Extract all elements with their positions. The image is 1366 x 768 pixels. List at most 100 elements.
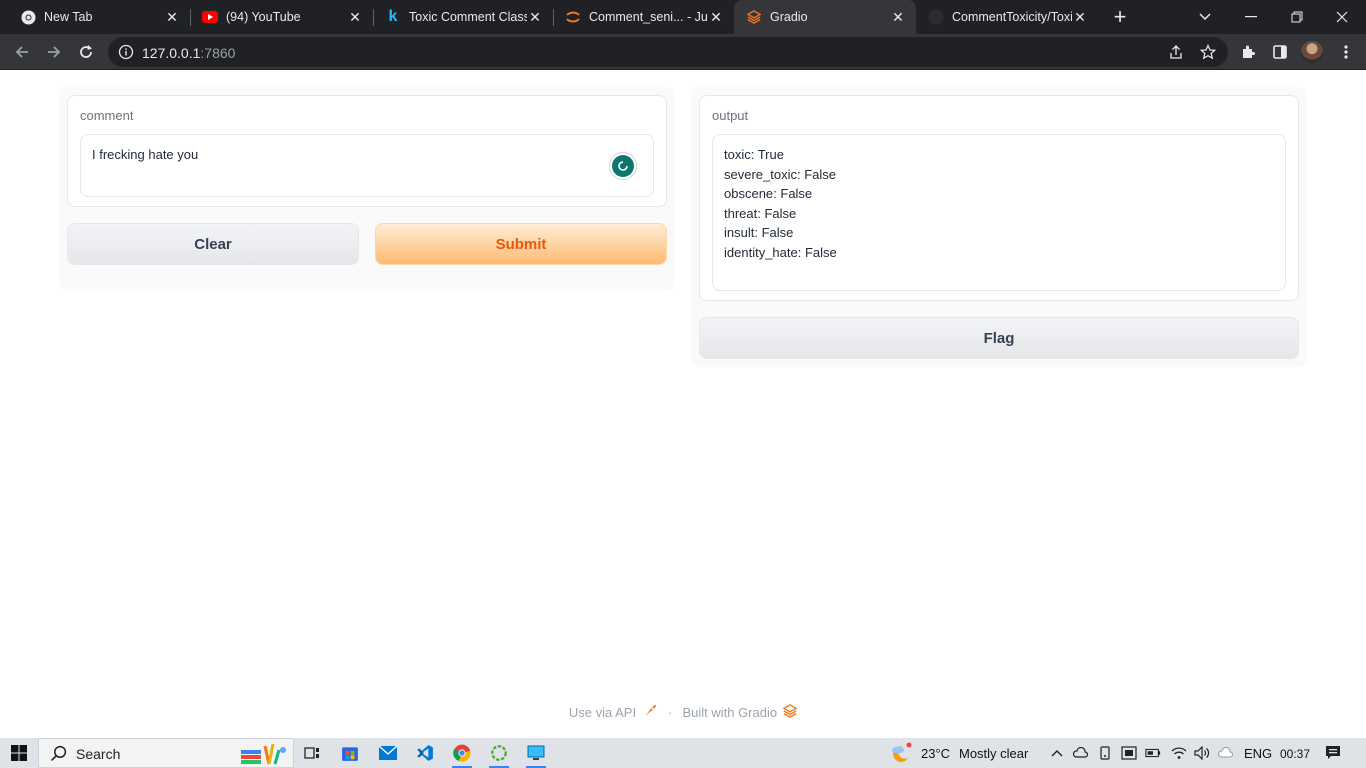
back-button[interactable]	[8, 38, 36, 66]
cloud-icon[interactable]	[1218, 745, 1234, 761]
close-tab-icon[interactable]: ✕	[527, 9, 543, 25]
gradio-app: comment I frecking hate you Clear Submit…	[0, 70, 1366, 738]
output-line: toxic: True	[724, 147, 784, 162]
comment-block: comment I frecking hate you	[67, 95, 667, 207]
youtube-icon	[202, 9, 218, 25]
minimize-button[interactable]	[1229, 0, 1273, 34]
tab-youtube[interactable]: (94) YouTube ✕	[190, 0, 373, 34]
close-tab-icon[interactable]: ✕	[347, 9, 363, 25]
forward-button[interactable]	[40, 38, 68, 66]
tab-search-button[interactable]	[1183, 0, 1227, 34]
start-button[interactable]	[7, 741, 31, 765]
browser-toolbar: 127.0.0.1:7860	[0, 34, 1366, 70]
url-port: :7860	[200, 45, 236, 61]
comment-input-value: I frecking hate you	[92, 147, 199, 162]
tab-new-tab[interactable]: New Tab ✕	[0, 0, 190, 34]
close-tab-icon[interactable]: ✕	[1072, 9, 1088, 25]
input-language[interactable]: ENG	[1244, 746, 1272, 761]
kaggle-icon: k	[388, 8, 398, 25]
output-block: output toxic: True severe_toxic: False o…	[699, 95, 1299, 301]
remote-desktop-icon[interactable]	[524, 741, 548, 768]
close-window-button[interactable]	[1320, 0, 1364, 34]
grammar-check-icon[interactable]	[609, 152, 637, 180]
tab-title: Gradio	[770, 10, 808, 24]
chrome-taskbar-icon[interactable]	[450, 741, 474, 768]
new-tab-button[interactable]: +	[1108, 4, 1132, 29]
reload-icon	[80, 45, 92, 58]
use-via-api-link[interactable]: Use via API	[569, 705, 636, 720]
clock-time[interactable]: 00:37	[1280, 747, 1310, 761]
bookmark-star-icon[interactable]	[1198, 42, 1218, 62]
anaconda-icon[interactable]	[487, 741, 511, 768]
close-icon	[1336, 11, 1348, 23]
battery-icon[interactable]	[1145, 745, 1161, 761]
device-icon[interactable]	[1097, 745, 1113, 761]
vscode-icon[interactable]	[413, 741, 437, 765]
chrome-icon	[20, 9, 36, 25]
store-icon[interactable]	[338, 741, 362, 765]
extensions-icon[interactable]	[1238, 42, 1258, 62]
tab-jupyter[interactable]: Comment_seni... - Jup ✕	[553, 0, 734, 34]
arrow-left-icon	[15, 46, 28, 58]
tab-title: Toxic Comment Classif	[409, 10, 527, 24]
built-with-gradio-link[interactable]: Built with Gradio	[682, 705, 777, 720]
volume-icon[interactable]	[1194, 745, 1210, 761]
windows-icon	[11, 745, 27, 761]
output-column: output toxic: True severe_toxic: False o…	[691, 87, 1307, 367]
tab-gradio[interactable]: Gradio ✕	[734, 0, 916, 34]
close-tab-icon[interactable]: ✕	[890, 9, 906, 25]
output-line: identity_hate: False	[724, 244, 837, 260]
search-label: Search	[76, 746, 121, 762]
comment-label: comment	[80, 108, 134, 123]
gradio-footer: Use via API · Built with Gradio	[0, 704, 1366, 721]
notifications-icon[interactable]	[1325, 745, 1341, 761]
taskbar-search[interactable]: Search	[38, 738, 294, 768]
side-panel-icon[interactable]	[1270, 42, 1290, 62]
clear-button[interactable]: Clear	[67, 223, 359, 265]
github-icon	[928, 9, 944, 25]
output-line: severe_toxic: False	[724, 166, 836, 182]
restore-button[interactable]	[1275, 0, 1319, 34]
profile-avatar[interactable]	[1301, 41, 1323, 63]
onedrive-icon[interactable]	[1073, 745, 1089, 761]
tab-title: Comment_seni... - Jup	[589, 10, 708, 24]
close-tab-icon[interactable]: ✕	[708, 9, 724, 25]
menu-dots-icon[interactable]	[1336, 42, 1356, 62]
jupyter-icon	[565, 9, 581, 25]
address-bar[interactable]: 127.0.0.1:7860	[108, 37, 1228, 67]
output-line: insult: False	[724, 225, 794, 241]
site-info-icon[interactable]	[118, 44, 134, 65]
comment-input[interactable]: I frecking hate you	[80, 134, 654, 197]
submit-button[interactable]: Submit	[375, 223, 667, 265]
wifi-icon[interactable]	[1171, 745, 1187, 761]
tab-github[interactable]: CommentToxicity/Toxi ✕	[916, 0, 1098, 34]
tab-title: CommentToxicity/Toxi	[952, 10, 1072, 24]
output-line: obscene: False	[724, 186, 813, 202]
gradio-icon	[746, 9, 762, 25]
mail-icon[interactable]	[376, 741, 400, 765]
gradio-logo-icon	[782, 704, 798, 721]
browser-tab-strip: New Tab ✕ (94) YouTube ✕ k Toxic Comment…	[0, 0, 1366, 34]
search-icon	[50, 745, 67, 767]
weather-icon[interactable]	[888, 741, 912, 765]
reload-button[interactable]	[72, 38, 100, 66]
tab-kaggle[interactable]: k Toxic Comment Classif ✕	[373, 0, 553, 34]
task-view-icon[interactable]	[300, 741, 324, 765]
url-text: 127.0.0.1:7860	[142, 45, 235, 61]
rocket-icon	[642, 704, 658, 721]
chevron-up-icon[interactable]	[1049, 745, 1065, 761]
footer-separator: ·	[668, 705, 673, 720]
restore-icon	[1291, 11, 1303, 23]
weather-temperature: 23°C	[921, 746, 951, 761]
tab-title: New Tab	[44, 10, 93, 24]
share-icon[interactable]	[1166, 42, 1186, 62]
output-label: output	[712, 108, 749, 123]
close-tab-icon[interactable]: ✕	[164, 9, 180, 25]
flag-button[interactable]: Flag	[699, 317, 1299, 359]
notification-app-icon[interactable]	[1121, 745, 1137, 761]
url-host: 127.0.0.1	[142, 45, 201, 61]
search-highlight-icon	[239, 742, 291, 768]
output-textbox[interactable]: toxic: True severe_toxic: False obscene:…	[712, 134, 1286, 291]
output-line: threat: False	[724, 205, 797, 221]
tab-title: (94) YouTube	[226, 10, 301, 24]
